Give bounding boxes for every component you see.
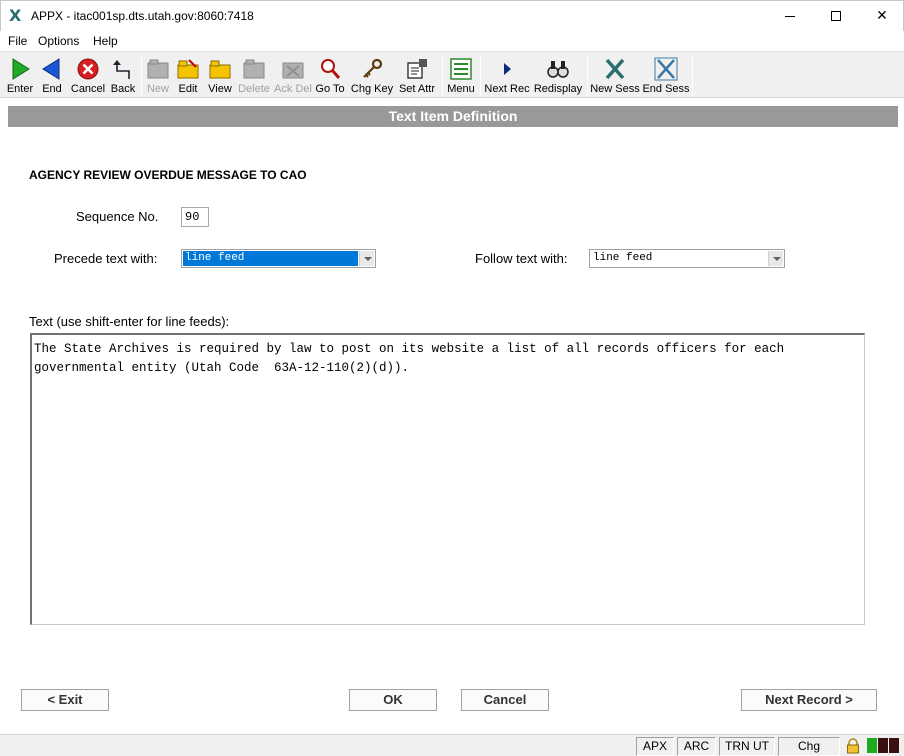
set-attr-icon (407, 59, 427, 79)
key-icon (363, 58, 383, 78)
binoculars-icon (547, 61, 569, 78)
delete-folder-icon (243, 59, 265, 79)
follow-label: Follow text with: (475, 251, 568, 266)
chevron-down-icon[interactable] (359, 251, 374, 266)
sequence-label: Sequence No. (76, 209, 159, 224)
precede-label: Precede text with: (54, 251, 158, 266)
status-lamp-red-icon (889, 738, 899, 753)
title-bar: X APPX - itac001sp.dts.utah.gov:8060:741… (0, 0, 904, 31)
appx-x-icon: X (9, 6, 22, 25)
next-triangle-icon (504, 63, 511, 75)
status-trn: TRN UT (719, 737, 775, 756)
arrow-left-blue-icon (42, 58, 60, 80)
view-button[interactable]: View (205, 55, 235, 97)
end-session-button[interactable]: End Sess (642, 55, 690, 97)
menu-file[interactable]: File (8, 34, 27, 48)
end-session-icon (654, 57, 678, 81)
change-key-button[interactable]: Chg Key (350, 55, 394, 97)
cancel-button[interactable]: Cancel (68, 55, 108, 97)
toolbar-separator (442, 56, 443, 96)
menu-help[interactable]: Help (93, 34, 118, 48)
toolbar-separator (480, 56, 481, 96)
chevron-down-icon[interactable] (768, 251, 783, 266)
back-arrow-icon (113, 60, 130, 79)
next-record-form-button[interactable]: Next Record > (741, 689, 877, 711)
lock-icon (847, 738, 859, 754)
view-folder-icon (209, 60, 231, 79)
new-button[interactable]: New (144, 55, 172, 97)
next-record-button[interactable]: Next Rec (483, 55, 531, 97)
new-folder-icon (147, 59, 169, 79)
toolbar: Enter End Cancel Back New Edit View Dele… (0, 51, 904, 98)
delete-button[interactable]: Delete (236, 55, 272, 97)
close-button[interactable]: ✕ (859, 1, 904, 31)
menu-options[interactable]: Options (38, 34, 79, 48)
status-bar: APX ARC TRN UT Chg (0, 734, 904, 756)
menu-bar: File Options Help (0, 31, 904, 51)
ack-delete-button[interactable]: Ack Del (274, 55, 312, 97)
menu-button[interactable]: Menu (445, 55, 477, 97)
maximize-button[interactable] (813, 1, 859, 31)
magnifier-icon (321, 59, 341, 79)
text-area[interactable]: The State Archives is required by law to… (30, 333, 865, 625)
exit-button[interactable]: < Exit (21, 689, 109, 711)
play-green-icon (12, 58, 30, 80)
close-icon: ✕ (876, 8, 888, 24)
toolbar-separator (587, 56, 588, 96)
cancel-form-button[interactable]: Cancel (461, 689, 549, 711)
follow-value: line feed (593, 252, 653, 264)
minimize-button[interactable] (767, 1, 813, 31)
toolbar-separator (692, 56, 693, 96)
status-lamp-red-icon (878, 738, 888, 753)
minimize-icon (785, 16, 795, 17)
record-heading: AGENCY REVIEW OVERDUE MESSAGE TO CAO (29, 168, 307, 182)
window-title: APPX - itac001sp.dts.utah.gov:8060:7418 (31, 9, 254, 23)
menu-list-icon (450, 58, 472, 80)
cancel-red-icon (77, 58, 99, 80)
edit-folder-icon (177, 59, 199, 79)
redisplay-button[interactable]: Redisplay (533, 55, 583, 97)
precede-select[interactable]: line feed (181, 249, 376, 268)
enter-button[interactable]: Enter (4, 55, 36, 97)
new-session-button[interactable]: New Sess (590, 55, 640, 97)
maximize-icon (831, 11, 841, 21)
ok-button[interactable]: OK (349, 689, 437, 711)
edit-button[interactable]: Edit (174, 55, 202, 97)
status-apx: APX (636, 737, 674, 756)
end-button[interactable]: End (38, 55, 66, 97)
precede-value: line feed (183, 251, 358, 266)
sequence-input[interactable]: 90 (181, 207, 209, 227)
text-label: Text (use shift-enter for line feeds): (29, 314, 230, 329)
status-lamp-green-icon (867, 738, 877, 753)
back-button[interactable]: Back (108, 55, 138, 97)
status-arc: ARC (677, 737, 716, 756)
toolbar-separator (141, 56, 142, 96)
goto-button[interactable]: Go To (314, 55, 346, 97)
ack-delete-icon (282, 62, 304, 79)
new-session-icon (605, 58, 625, 80)
set-attr-button[interactable]: Set Attr (396, 55, 438, 97)
status-mode: Chg (778, 737, 840, 756)
page-title: Text Item Definition (8, 106, 898, 127)
follow-select[interactable]: line feed (589, 249, 785, 268)
